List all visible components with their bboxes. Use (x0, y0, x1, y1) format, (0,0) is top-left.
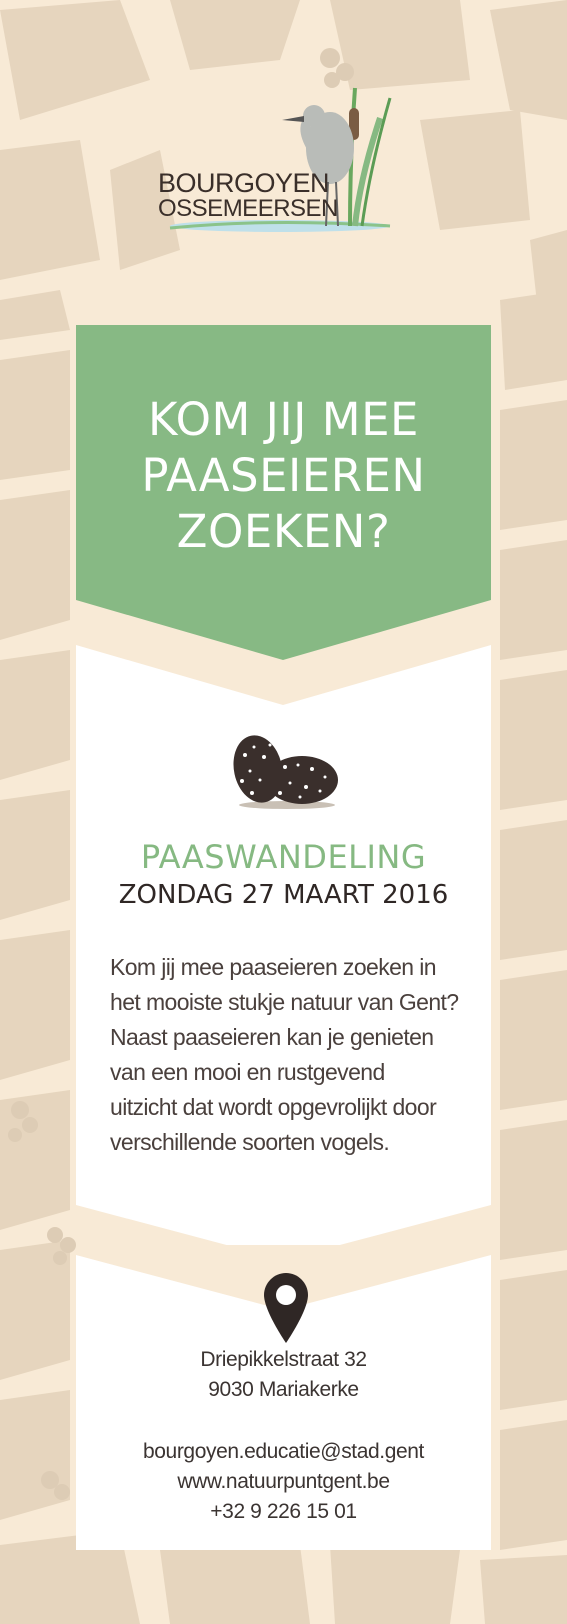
description-line: verschillende soorten vogels. (110, 1129, 390, 1155)
event-description: Kom jij mee paaseieren zoeken in het moo… (110, 950, 470, 1160)
address-street: Driepikkelstraat 32 (200, 1348, 367, 1371)
description-line: het mooiste stukje natuur van Gent? (110, 989, 459, 1015)
description-line: Naast paaseieren kan je genieten (110, 1024, 434, 1050)
headline: KOM JIJ MEE PAASEIEREN ZOEKEN? (76, 392, 491, 560)
brand-subtitle: OSSEMEERSEN (158, 195, 338, 222)
eggs-icon (233, 735, 338, 809)
contact-website[interactable]: www.natuurpuntgent.be (76, 1467, 491, 1497)
event-date: ZONDAG 27 MAART 2016 (118, 880, 449, 910)
flyer-page: BOURGOYEN OSSEMEERSEN KOM JIJ MEE PAASEI… (0, 0, 567, 1624)
description-line: uitzicht dat wordt opgevrolijkt door (110, 1094, 437, 1120)
headline-line-3: ZOEKEN? (176, 505, 391, 558)
address-block: Driepikkelstraat 32 9030 Mariakerke (76, 1345, 491, 1405)
address-city: 9030 Mariakerke (208, 1378, 359, 1401)
event-title: PAASWANDELING (140, 838, 427, 876)
description-line: Kom jij mee paaseieren zoeken in (110, 954, 437, 980)
contact-phone[interactable]: +32 9 226 15 01 (76, 1497, 491, 1527)
headline-line-1: KOM JIJ MEE (148, 393, 419, 446)
headline-line-2: PAASEIEREN (141, 449, 426, 502)
contact-email[interactable]: bourgoyen.educatie@stad.gent (76, 1437, 491, 1467)
description-line: van een mooi en rustgevend (110, 1059, 385, 1085)
contact-block: bourgoyen.educatie@stad.gent www.natuurp… (76, 1437, 491, 1527)
map-pin-icon (264, 1273, 308, 1343)
